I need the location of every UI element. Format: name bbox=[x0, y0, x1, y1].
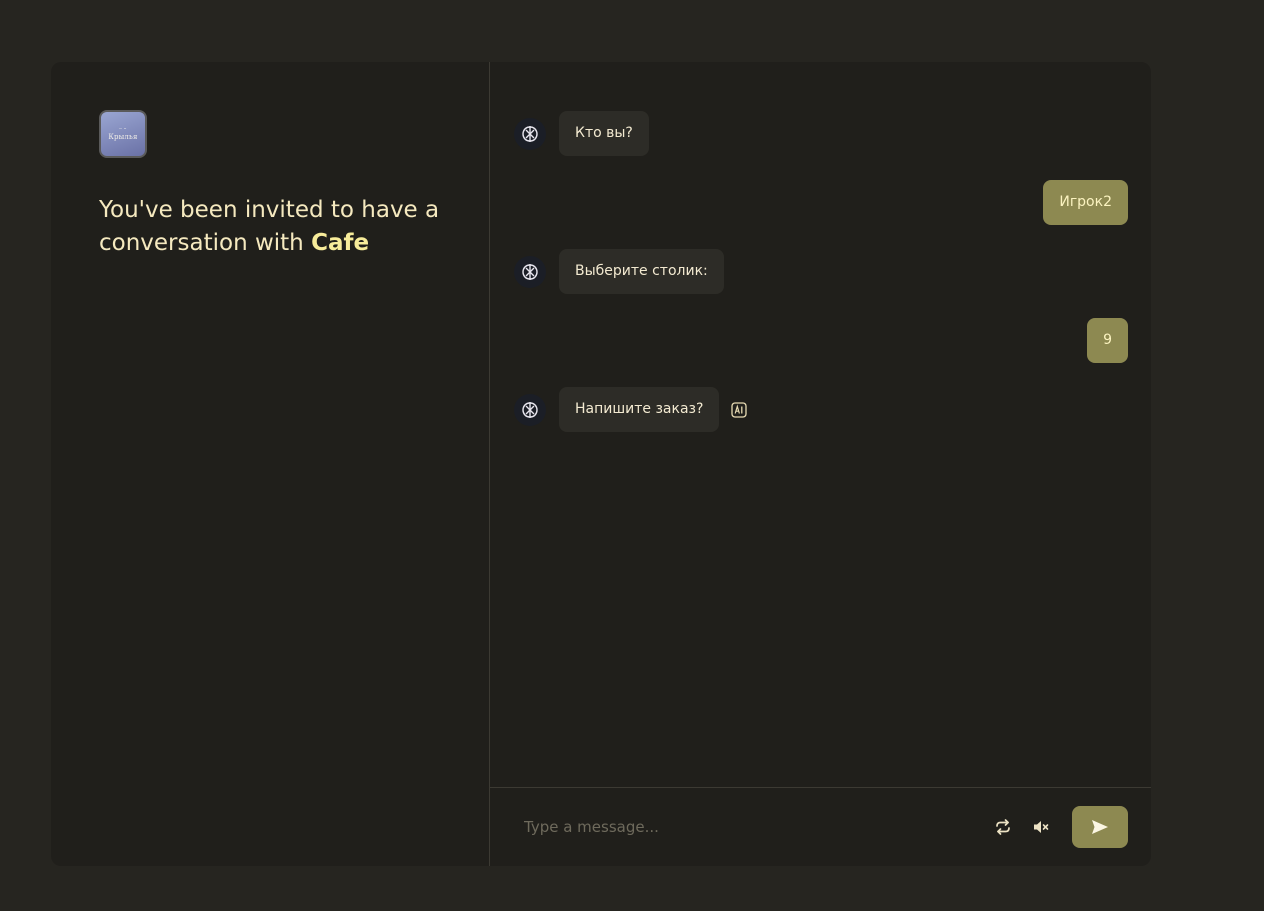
message-row: Игрок2 bbox=[514, 180, 1128, 225]
chat-card: ᵕ ᵕ Крылья You've been invited to have a… bbox=[51, 62, 1151, 866]
bot-logo-icon bbox=[522, 125, 538, 142]
message-row: Кто вы? bbox=[514, 111, 1128, 156]
invite-text: You've been invited to have a conversati… bbox=[99, 197, 440, 256]
user-message-bubble: Игрок2 bbox=[1043, 180, 1128, 225]
bot-message-bubble: Кто вы? bbox=[559, 111, 649, 156]
message-row: 9 bbox=[514, 318, 1128, 363]
bot-logo-icon bbox=[522, 263, 538, 280]
invite-panel: ᵕ ᵕ Крылья You've been invited to have a… bbox=[51, 62, 490, 866]
message-row: Напишите заказ? bbox=[514, 387, 1128, 432]
send-button[interactable] bbox=[1072, 806, 1128, 848]
send-icon bbox=[1092, 820, 1108, 834]
bot-message-bubble: Выберите столик: bbox=[559, 249, 724, 294]
message-list: Кто вы? Игрок2 Выберите столик: 9 Напиши… bbox=[490, 62, 1151, 787]
bot-avatar bbox=[514, 117, 546, 150]
bot-avatar bbox=[514, 255, 546, 288]
bot-message-bubble: Напишите заказ? bbox=[559, 387, 720, 432]
bot-avatar bbox=[514, 393, 546, 426]
ai-icon[interactable] bbox=[731, 401, 748, 418]
message-row: Выберите столик: bbox=[514, 249, 1128, 294]
brand-logo: ᵕ ᵕ Крылья bbox=[99, 110, 147, 158]
message-composer bbox=[490, 787, 1151, 866]
message-input[interactable] bbox=[522, 806, 976, 848]
invite-heading: You've been invited to have a conversati… bbox=[99, 194, 444, 260]
bot-name: Cafe bbox=[311, 230, 370, 256]
mute-icon[interactable] bbox=[1030, 816, 1052, 838]
refresh-icon[interactable] bbox=[992, 816, 1014, 838]
user-message-bubble: 9 bbox=[1087, 318, 1128, 363]
conversation-panel: Кто вы? Игрок2 Выберите столик: 9 Напиши… bbox=[490, 62, 1151, 866]
bot-logo-icon bbox=[522, 401, 538, 418]
logo-text: Крылья bbox=[108, 133, 138, 141]
